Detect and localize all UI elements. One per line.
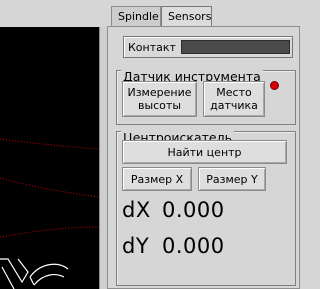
toolpath-curve — [0, 177, 99, 198]
tab-bar: Spindle Sensors — [107, 6, 300, 27]
size-x-button[interactable]: Размер X — [122, 167, 192, 191]
contact-indicator-box: Контакт — [123, 36, 293, 58]
contact-status-bar — [181, 40, 290, 54]
size-y-button[interactable]: Размер Y — [198, 167, 266, 191]
tab-spindle[interactable]: Spindle — [111, 6, 161, 26]
logo-outline — [0, 258, 69, 289]
tab-sensors[interactable]: Sensors — [161, 6, 212, 27]
sensor-location-button[interactable]: Место датчика — [203, 81, 265, 117]
toolpath-curve — [0, 226, 99, 238]
measure-height-button[interactable]: Измерение высоты — [122, 81, 197, 117]
sensors-panel: Spindle Sensors Контакт Датчик инструмен… — [107, 0, 300, 289]
viewport-panel — [0, 0, 107, 289]
viewport-edge — [99, 27, 107, 289]
dy-value: 0.000 — [162, 234, 225, 258]
dx-value: 0.000 — [162, 198, 225, 222]
dy-label: dY — [122, 234, 150, 258]
find-center-button[interactable]: Найти центр — [122, 140, 287, 164]
toolpath-canvas[interactable] — [0, 27, 99, 289]
contact-label: Контакт — [128, 41, 176, 54]
toolpath-preview — [0, 138, 99, 289]
sensor-indicator-led — [271, 82, 278, 89]
dx-label: dX — [122, 198, 151, 222]
toolpath-curve — [0, 138, 99, 150]
